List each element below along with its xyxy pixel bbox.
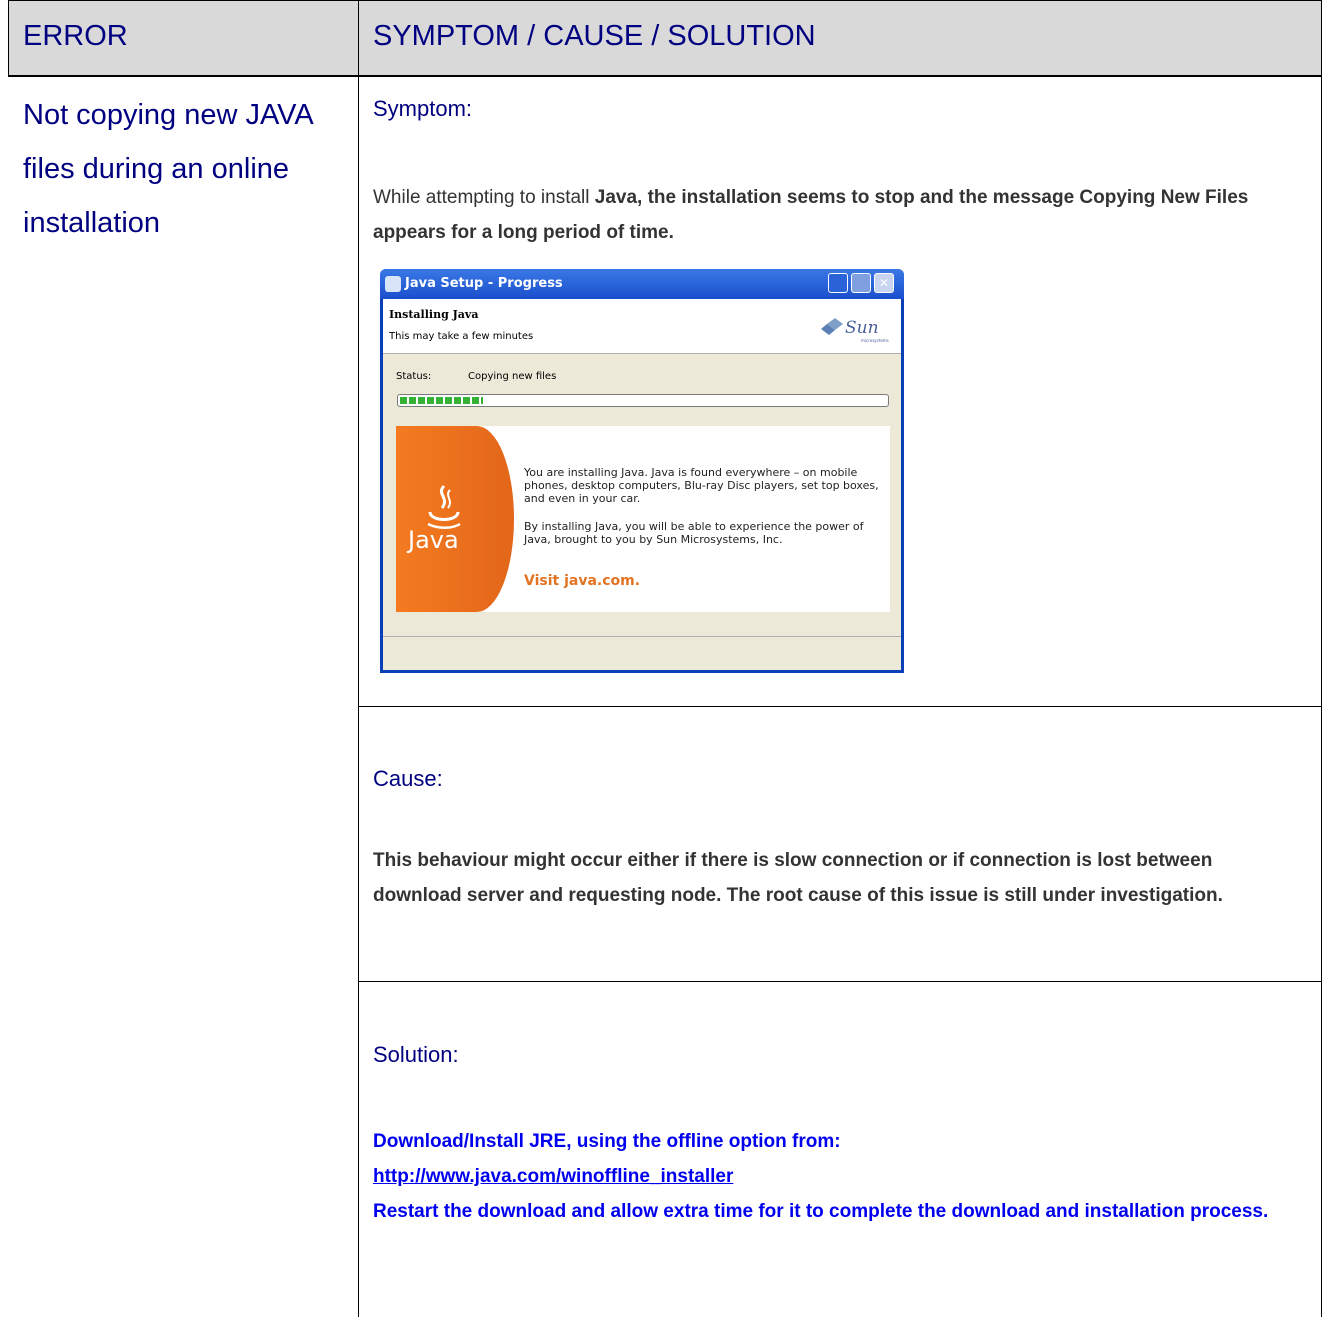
table-border-right xyxy=(1321,0,1322,1317)
solution-link-row: http://www.java.com/winoffline_installer xyxy=(373,1159,1303,1194)
window-titlebar: Java Setup - Progress ✕ xyxy=(380,269,904,299)
installing-subheading: This may take a few minutes xyxy=(389,331,534,342)
promo-text-2: By installing Java, you will be able to … xyxy=(524,520,864,546)
symptom-cause-divider xyxy=(358,706,1322,707)
promo-text-1: You are installing Java. Java is found e… xyxy=(524,466,879,505)
cause-text: This behaviour might occur either if the… xyxy=(373,850,1223,906)
symptom-text: While attempting to install Java, the in… xyxy=(373,180,1293,250)
offline-installer-link[interactable]: http://www.java.com/winoffline_installer xyxy=(373,1166,733,1187)
status-value: Copying new files xyxy=(468,371,557,382)
java-setup-window: Java Setup - Progress ✕ Installing Java … xyxy=(380,269,904,673)
installing-heading: Installing Java xyxy=(389,308,479,321)
table-border-left xyxy=(8,0,9,75)
error-description: Not copying new JAVA files during an onl… xyxy=(23,99,313,239)
solution-label: Solution: xyxy=(373,1042,459,1067)
java-logo-text: Java xyxy=(408,526,459,554)
close-button[interactable]: ✕ xyxy=(874,273,894,293)
symptom-text-plain: While attempting to install xyxy=(373,187,595,208)
visit-java-link[interactable]: Visit java.com. xyxy=(524,573,640,589)
solution-line-2: Restart the download and allow extra tim… xyxy=(373,1201,1269,1222)
column-divider xyxy=(358,0,359,1317)
solution-line-1: Download/Install JRE, using the offline … xyxy=(373,1131,841,1152)
progress-bar xyxy=(397,394,889,407)
window-title: Java Setup - Progress xyxy=(405,276,563,291)
header-divider xyxy=(8,75,1322,77)
table-border-top xyxy=(8,0,1322,1)
java-setup-icon xyxy=(385,276,401,292)
window-footer-divider xyxy=(383,636,901,637)
header-symptom-cause-solution: SYMPTOM / CAUSE / SOLUTION xyxy=(373,20,816,52)
sun-logo-text: Sun xyxy=(845,318,879,338)
cause-solution-divider xyxy=(358,981,1322,982)
java-promo-panel: Java You are installing Java. Java is fo… xyxy=(396,426,890,612)
minimize-button[interactable] xyxy=(828,273,848,293)
progress-fill xyxy=(400,397,483,404)
java-orange-banner: Java xyxy=(396,426,514,612)
status-label: Status: xyxy=(396,371,432,382)
window-header-panel: Installing Java This may take a few minu… xyxy=(383,299,901,354)
header-error: ERROR xyxy=(23,20,128,52)
symptom-label: Symptom: xyxy=(373,96,473,121)
maximize-button[interactable] xyxy=(851,273,871,293)
sun-logo-subtext: microsystems xyxy=(861,338,889,343)
cause-label: Cause: xyxy=(373,766,443,791)
sun-logo-icon: Sun microsystems xyxy=(821,318,889,343)
window-body: Installing Java This may take a few minu… xyxy=(383,299,901,670)
